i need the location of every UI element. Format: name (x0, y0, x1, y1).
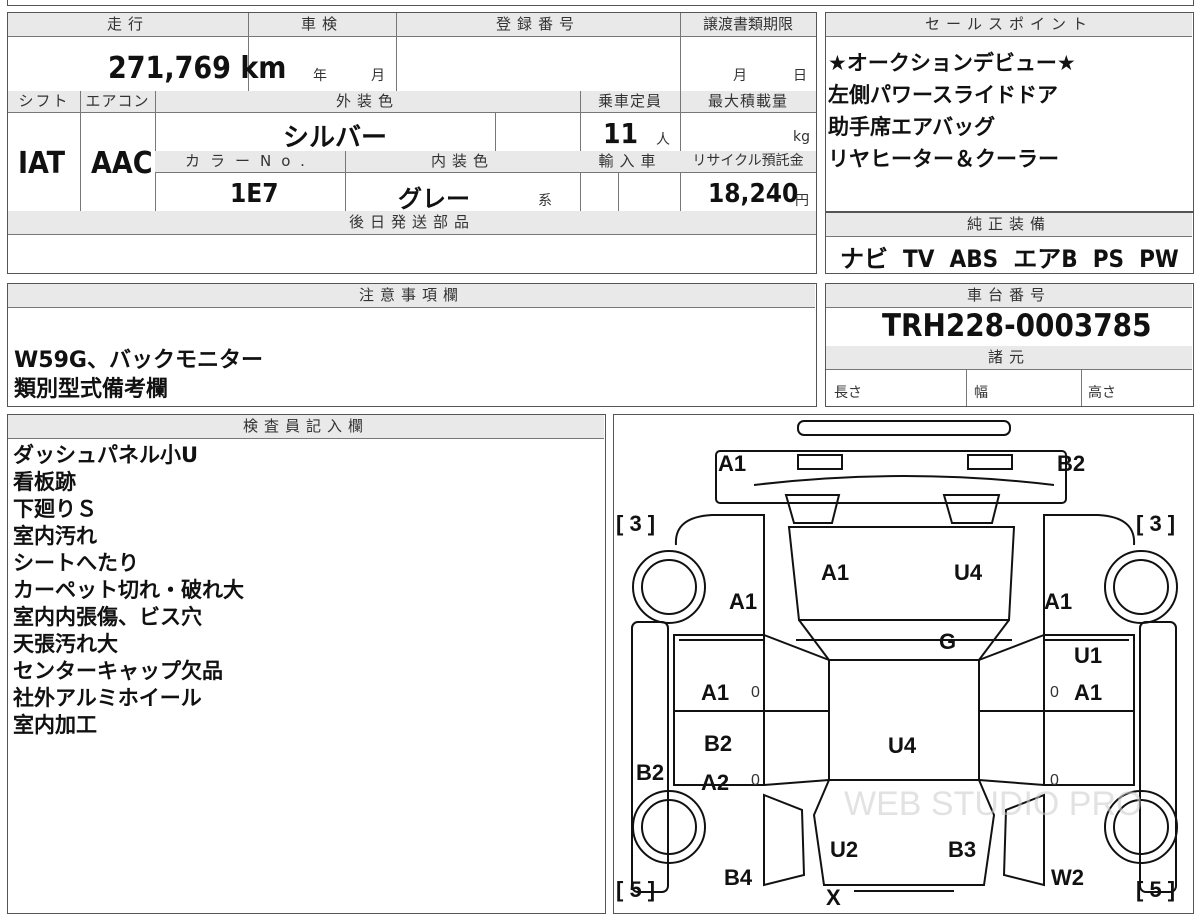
notes-line: W59G、バックモニター (14, 348, 263, 373)
mark-front-door-right-2: A1 (1074, 680, 1102, 705)
inspector-notes-list: ダッシュパネル小U 看板跡 下廻りＳ 室内汚れ シートへたり カーペット切れ・破… (13, 442, 244, 739)
max-load-unit: kg (793, 129, 810, 145)
notes-box: 注意事項欄 W59G、バックモニター 類別型式備考欄 (7, 283, 817, 407)
genuine-equipment-value: ナビ TV ABS エアB PS PW (840, 245, 1179, 273)
sales-points-header: セールスポイント (826, 13, 1192, 37)
chassis-no-value: TRH228-0003785 (882, 308, 1152, 344)
mark-front-left: A1 (718, 451, 746, 476)
exterior-color-value: シルバー (283, 123, 388, 153)
inspector-note: 下廻りＳ (13, 497, 97, 521)
zero-mark: 0 (751, 684, 760, 701)
tire-right-top: [ 3 ] (1136, 511, 1175, 536)
registration-header: 登録番号 (396, 13, 680, 37)
exterior-color-header: 外装色 (155, 91, 580, 113)
genuine-equipment-box: 純正装備 ナビ TV ABS エアB PS PW (825, 212, 1194, 274)
notes-header: 注意事項欄 (8, 284, 815, 308)
inspector-header: 検査員記入欄 (8, 415, 604, 439)
interior-color-unit: 系 (538, 193, 552, 209)
mark-front-right: B2 (1057, 451, 1085, 476)
shaken-header: 車検 (248, 13, 396, 37)
sales-point-item: 左側パワースライドドア (828, 83, 1058, 107)
mark-quarter-left: B4 (724, 865, 753, 890)
interior-color-value: グレー (398, 185, 470, 213)
inspector-note: ダッシュパネル小U (13, 443, 199, 467)
inspector-note: 看板跡 (13, 470, 76, 494)
capacity-unit: 人 (656, 132, 670, 148)
mark-rear-door-left-1: B2 (704, 731, 732, 756)
transfer-deadline-header: 譲渡書類期限 (680, 13, 816, 37)
inspector-note: シートへたり (13, 551, 139, 575)
specs-header: 諸元 (826, 346, 1192, 370)
mark-windshield-left: A1 (821, 560, 849, 585)
shaken-month: 月 (371, 68, 385, 84)
genuine-equipment-header: 純正装備 (826, 213, 1192, 237)
inspector-note: 室内内張傷、ビス穴 (13, 605, 202, 629)
tire-right-bottom: [ 5 ] (1136, 877, 1175, 902)
sales-point-item: リヤヒーター＆クーラー (828, 147, 1059, 171)
zero-mark: 0 (1050, 684, 1059, 701)
recycle-fee-unit: 円 (795, 193, 809, 209)
mark-fender-right: A1 (1044, 589, 1072, 614)
mark-front-door-left: A1 (701, 680, 729, 705)
color-no-value: 1E7 (230, 179, 279, 209)
mark-rear-left: U2 (830, 837, 858, 862)
tire-left-top: [ 3 ] (616, 511, 655, 536)
import-header: 輸入車 (580, 151, 680, 173)
aircon-value: AAC (91, 146, 153, 181)
inspector-note: センターキャップ欠品 (13, 659, 223, 683)
length-label: 長さ (834, 385, 862, 401)
spec-table: 走行 車検 登録番号 譲渡書類期限 271,769 km 年 月 月 日 シフト… (7, 12, 817, 274)
later-parts-header: 後日発送部品 (8, 211, 816, 235)
car-diagram: A1 B2 A1 U4 A1 A1 G A1 U1 A1 U4 B2 A2 B2… (616, 420, 1178, 905)
color-no-header: カラーNo. (155, 151, 345, 173)
mileage-value: 271,769 km (108, 51, 287, 86)
shift-header: シフト (8, 91, 80, 113)
top-strip (7, 0, 1194, 6)
car-diagram-box: A1 B2 A1 U4 A1 A1 G A1 U1 A1 U4 B2 A2 B2… (613, 414, 1194, 914)
mark-side-left: B2 (636, 760, 664, 785)
chassis-box: 車台番号 TRH228-0003785 諸元 長さ 幅 高さ (825, 283, 1194, 407)
aircon-header: エアコン (80, 91, 155, 113)
mark-roof: U4 (888, 733, 917, 758)
recycle-fee-value: 18,240 (708, 179, 799, 209)
inspector-box: 検査員記入欄 ダッシュパネル小U 看板跡 下廻りＳ 室内汚れ シートへたり カー… (7, 414, 606, 914)
shaken-year: 年 (313, 68, 327, 84)
inspector-note: 室内加工 (13, 713, 97, 737)
interior-color-header: 内装色 (345, 151, 580, 173)
mark-quarter-right: W2 (1051, 865, 1084, 890)
zero-mark: 0 (751, 772, 760, 789)
inspector-note: 天張汚れ大 (13, 632, 118, 656)
sales-points-box: セールスポイント ★オークションデビュー★ 左側パワースライドドア 助手席エアバ… (825, 12, 1194, 212)
height-label: 高さ (1088, 385, 1116, 401)
mark-dash: G (939, 629, 956, 654)
mark-fender-left: A1 (729, 589, 757, 614)
mark-windshield-right: U4 (954, 560, 983, 585)
watermark: WEB STUDIO PRO (844, 785, 1142, 823)
mark-rear-door-left-2: A2 (701, 770, 729, 795)
capacity-header: 乗車定員 (580, 91, 680, 113)
tire-left-bottom: [ 5 ] (616, 877, 655, 902)
shift-value: IAT (18, 146, 66, 181)
sales-point-item: 助手席エアバッグ (828, 115, 996, 139)
chassis-no-header: 車台番号 (826, 284, 1192, 308)
mark-rear-right: B3 (948, 837, 976, 862)
recycle-fee-header: リサイクル預託金 (680, 151, 816, 173)
mileage-header: 走行 (8, 13, 248, 37)
width-label: 幅 (974, 385, 988, 401)
deadline-month: 月 (733, 68, 747, 84)
mark-tail: X (826, 885, 841, 905)
notes-line: 類別型式備考欄 (14, 377, 169, 402)
sales-point-item: ★オークションデビュー★ (828, 51, 1076, 75)
max-load-header: 最大積載量 (680, 91, 816, 113)
deadline-day: 日 (793, 68, 807, 84)
mark-front-door-right-1: U1 (1074, 643, 1102, 668)
inspector-note: カーペット切れ・破れ大 (13, 578, 244, 602)
inspector-note: 室内汚れ (13, 524, 97, 548)
capacity-value: 11 (603, 117, 639, 150)
inspector-note: 社外アルミホイール (13, 686, 202, 710)
